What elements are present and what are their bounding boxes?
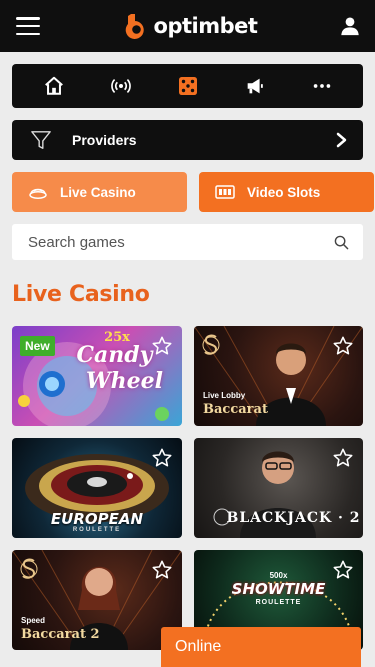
more-dots-icon bbox=[313, 84, 330, 88]
game-title-line: Wheel bbox=[85, 368, 164, 394]
favorite-star-icon[interactable] bbox=[151, 335, 173, 357]
top-bar: optimbet bbox=[0, 0, 375, 52]
category-home[interactable] bbox=[34, 71, 74, 101]
providers-label: Providers bbox=[72, 132, 137, 148]
search-input[interactable] bbox=[28, 233, 334, 251]
online-chat-button[interactable]: Online bbox=[161, 627, 361, 667]
tab-video-slots-label: Video Slots bbox=[247, 184, 321, 200]
favorite-star-icon[interactable] bbox=[151, 447, 173, 469]
category-casino[interactable] bbox=[168, 71, 208, 101]
category-live[interactable] bbox=[101, 71, 141, 101]
game-subtitle: Live Lobby bbox=[203, 391, 246, 400]
search-bar bbox=[12, 224, 363, 260]
game-subtitle: Speed bbox=[21, 616, 46, 625]
favorite-star-icon[interactable] bbox=[332, 447, 354, 469]
game-card[interactable]: Speed Baccarat 2 bbox=[12, 550, 182, 650]
tab-video-slots[interactable]: Video Slots bbox=[199, 172, 374, 212]
game-subtitle: ROULETTE bbox=[255, 599, 302, 606]
game-title: Baccarat bbox=[203, 402, 268, 417]
favorite-star-icon[interactable] bbox=[332, 335, 354, 357]
game-card[interactable]: New 25x Candy Wheel bbox=[12, 326, 182, 426]
brand-logo-icon bbox=[125, 14, 144, 39]
dice-icon bbox=[178, 77, 197, 95]
chevron-right-icon bbox=[336, 132, 347, 148]
game-subtitle: ROULETTE bbox=[72, 527, 122, 533]
game-card[interactable]: BLACKJACK · 2 bbox=[194, 438, 363, 538]
favorite-star-icon[interactable] bbox=[332, 559, 354, 581]
category-more[interactable] bbox=[302, 71, 342, 101]
game-card[interactable]: Live Lobby Baccarat bbox=[194, 326, 363, 426]
live-casino-icon bbox=[29, 188, 47, 199]
game-title: EUROPEAN bbox=[50, 510, 144, 528]
game-type-tabs: Live Casino Video Slots bbox=[12, 172, 375, 212]
provider-logo-icon bbox=[20, 558, 38, 579]
tab-live-casino[interactable]: Live Casino bbox=[12, 172, 187, 212]
provider-logo-icon bbox=[202, 334, 220, 355]
megaphone-icon bbox=[247, 78, 263, 94]
brand-logo[interactable]: optimbet bbox=[122, 12, 258, 40]
category-bar bbox=[12, 64, 363, 108]
game-title: SHOWTIME bbox=[231, 580, 326, 598]
game-title: BLACKJACK · 2 bbox=[226, 510, 361, 526]
favorite-star-icon[interactable] bbox=[151, 559, 173, 581]
broadcast-icon bbox=[110, 79, 131, 93]
user-icon[interactable] bbox=[339, 15, 361, 37]
menu-icon[interactable] bbox=[16, 17, 40, 35]
providers-button[interactable]: Providers bbox=[12, 120, 363, 160]
new-badge: New bbox=[20, 336, 55, 356]
section-title: Live Casino bbox=[12, 282, 150, 307]
tab-live-casino-label: Live Casino bbox=[60, 184, 136, 200]
game-card[interactable]: EUROPEAN ROULETTE bbox=[12, 438, 182, 538]
game-title: Baccarat 2 bbox=[21, 627, 100, 642]
slot-machine-icon bbox=[215, 185, 235, 199]
filter-icon bbox=[31, 131, 51, 149]
category-promotions[interactable] bbox=[235, 71, 275, 101]
home-icon bbox=[44, 76, 63, 95]
search-icon[interactable] bbox=[334, 235, 349, 250]
games-grid: New 25x Candy Wheel Live Lobby Baccarat bbox=[12, 326, 363, 650]
brand-name: optimbet bbox=[153, 14, 258, 38]
